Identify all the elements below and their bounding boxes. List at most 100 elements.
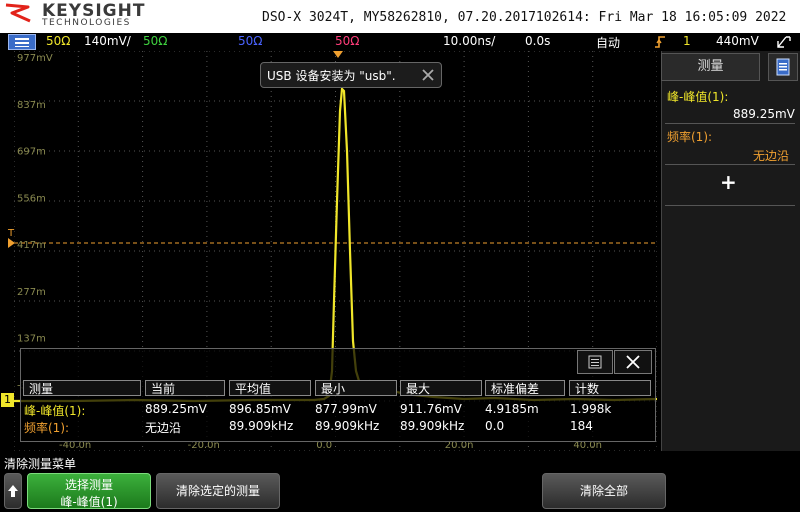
grid-dot [479, 100, 480, 102]
trigger-mode[interactable]: 自动 [596, 34, 620, 51]
ch1-ground-marker[interactable]: 1 [1, 393, 14, 407]
trigger-T-marker: T [8, 228, 15, 239]
grid-dot [592, 296, 594, 297]
grid-dot [424, 250, 425, 252]
grid-dot [649, 300, 650, 302]
grid-dot [514, 200, 515, 202]
grid-dot [463, 266, 465, 267]
trigger-position-marker-icon[interactable] [333, 51, 343, 59]
ch1-scale[interactable]: 140mV/ [84, 34, 131, 48]
grid-dot [569, 51, 570, 52]
grid-dot [463, 296, 465, 297]
grid-dot [14, 291, 15, 292]
grid-dot [270, 271, 272, 272]
grid-dot [584, 200, 585, 202]
grid-dot [527, 76, 529, 77]
grid-dot [519, 250, 520, 252]
grid-dot [592, 291, 594, 292]
grid-dot [527, 156, 529, 157]
collapse-panel-icon[interactable] [772, 35, 792, 49]
grid-dot [64, 300, 65, 302]
grid-dot [270, 191, 272, 192]
grid-dot [463, 141, 465, 142]
grid-dot [444, 100, 445, 102]
grid-dot [314, 300, 315, 302]
close-icon[interactable] [421, 68, 435, 82]
ch1-coupling[interactable]: 50Ω [46, 34, 70, 48]
grid-dot [479, 51, 480, 52]
grid-dot [592, 321, 594, 322]
back-button[interactable] [4, 473, 22, 509]
grid-dot [414, 100, 415, 102]
grid-dot [134, 200, 135, 202]
grid-dot [364, 300, 365, 302]
grid-dot [14, 131, 15, 132]
sidebar-m1-label: 峰-峰值(1): [667, 90, 729, 104]
timebase[interactable]: 10.00ns/ [443, 34, 495, 48]
grid-dot [270, 166, 272, 167]
grid-dot [206, 316, 208, 317]
grid-dot [206, 106, 208, 107]
sidebar-tab-measure[interactable]: 测量 [661, 53, 760, 81]
grid-dot [184, 300, 185, 302]
grid-dot [634, 51, 635, 52]
grid-dot [14, 431, 15, 432]
grid-dot [529, 150, 530, 152]
grid-dot [14, 366, 15, 367]
grid-dot [49, 51, 50, 52]
grid-dot [142, 216, 144, 217]
y-axis-labels: 977mV837m697m556m417m277m137m-3.1m [17, 53, 53, 391]
grid-dot [224, 100, 225, 102]
add-measurement-button[interactable]: + [720, 170, 737, 194]
ch4-label[interactable]: 50Ω [335, 34, 359, 48]
trigger-source[interactable]: 1 [683, 34, 691, 48]
grid-dot [579, 250, 580, 252]
grid-dot [335, 101, 336, 102]
grid-dot [109, 51, 110, 52]
grid-dot [539, 200, 540, 202]
grid-dot [14, 166, 15, 167]
grid-dot [74, 51, 75, 52]
grid-dot [142, 126, 144, 127]
channel-menu-button[interactable] [8, 34, 36, 50]
delay[interactable]: 0.0s [525, 34, 550, 48]
table-menu-button[interactable] [577, 350, 613, 374]
table-close-button[interactable] [614, 350, 652, 374]
select-measurement-softkey[interactable]: 选择测量 峰-峰值(1) [27, 473, 151, 509]
grid-dot [624, 200, 625, 202]
trigger-level-marker-icon[interactable] [8, 238, 16, 248]
grid-dot [14, 81, 15, 82]
clear-all-softkey[interactable]: 清除全部 [542, 473, 666, 509]
grid-dot [592, 341, 594, 342]
grid-dot [463, 106, 465, 107]
grid-dot [206, 301, 208, 302]
sidebar-menu-button[interactable] [768, 53, 798, 81]
grid-dot [142, 446, 144, 447]
grid-dot [344, 200, 345, 202]
ch3-label[interactable]: 50Ω [238, 34, 262, 48]
ch2-label[interactable]: 50Ω [143, 34, 167, 48]
grid-dot [14, 136, 15, 137]
grid-dot [329, 100, 330, 102]
grid-dot [429, 250, 430, 252]
grid-dot [77, 96, 79, 97]
grid-dot [14, 436, 15, 437]
grid-dot [459, 200, 460, 202]
grid-dot [459, 150, 460, 152]
grid-dot [79, 250, 80, 252]
grid-dot [249, 51, 250, 52]
clear-selected-softkey[interactable]: 清除选定的测量 [156, 473, 280, 509]
grid-dot [564, 150, 565, 152]
grid-dot [374, 250, 375, 252]
grid-dot [14, 300, 15, 302]
grid-dot [74, 150, 75, 152]
grid-dot [129, 200, 130, 202]
trigger-level[interactable]: 440mV [716, 34, 759, 48]
grid-dot [270, 281, 272, 282]
grid-dot [624, 250, 625, 252]
grid-dot [234, 450, 235, 451]
grid-dot [439, 150, 440, 152]
grid-dot [29, 300, 30, 302]
grid-dot [279, 300, 280, 302]
grid-dot [270, 106, 272, 107]
